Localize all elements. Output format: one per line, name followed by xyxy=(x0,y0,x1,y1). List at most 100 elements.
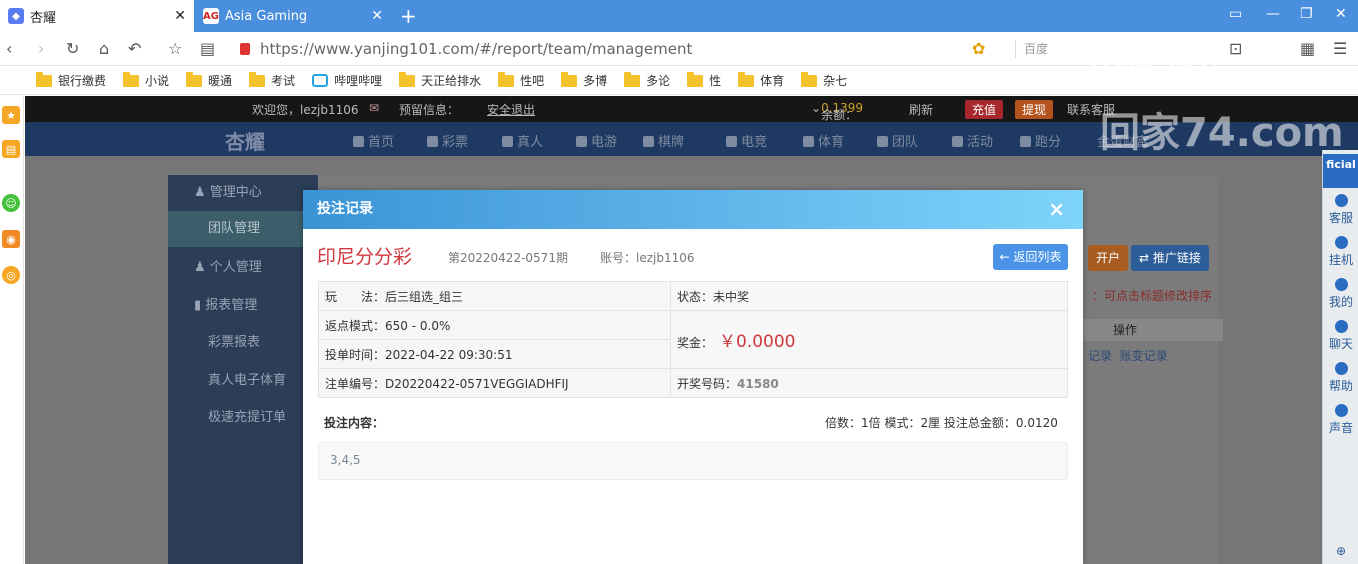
rail-item-help[interactable]: 帮助 xyxy=(1323,362,1358,394)
rail-item-hangup[interactable]: 挂机 xyxy=(1323,236,1358,268)
nav-sports[interactable]: 体育 xyxy=(803,131,844,150)
back-to-list-button[interactable]: ← 返回列表 xyxy=(993,244,1068,270)
mail-icon[interactable]: ✉ xyxy=(369,101,379,115)
restore-icon[interactable]: ❐ xyxy=(1300,6,1313,22)
bookmark-folder[interactable]: 体育 xyxy=(738,71,784,89)
tab-label: Asia Gaming xyxy=(225,8,308,24)
logout-link[interactable]: 安全退出 xyxy=(487,101,535,118)
open-account-button[interactable]: 开户 xyxy=(1088,245,1129,271)
tab-xingyao[interactable]: ◆ 杏耀 ✕ xyxy=(0,0,194,32)
close-window-icon[interactable]: ✕ xyxy=(1335,6,1347,22)
weibo-icon[interactable]: ◎ xyxy=(2,266,20,284)
nav-lottery[interactable]: 彩票 xyxy=(427,131,468,150)
sidebar-item-team-management[interactable]: 团队管理 xyxy=(168,211,318,247)
bookmark-bilibili[interactable]: 哔哩哔哩 xyxy=(312,72,382,89)
nav-cards[interactable]: 棋牌 xyxy=(643,131,684,150)
nav-team[interactable]: 团队 xyxy=(877,131,918,150)
sidebar-item-fast-orders[interactable]: 极速充提订单 xyxy=(168,400,318,436)
reserve-info: 预留信息： xyxy=(399,103,460,117)
bookmark-folder[interactable]: 性吧 xyxy=(498,71,544,89)
change-records-link[interactable]: 账变记录 xyxy=(1120,349,1168,363)
gift-icon xyxy=(952,136,963,147)
nav-esports[interactable]: 电竞 xyxy=(726,131,767,150)
smiley-icon[interactable]: ☺ xyxy=(2,194,20,212)
search-input[interactable]: 百度 xyxy=(1015,40,1215,58)
home-icon[interactable]: ⌂ xyxy=(99,39,109,58)
sidebar-item-live-report[interactable]: 真人电子体育 xyxy=(168,363,318,399)
home-icon xyxy=(353,136,364,147)
star-icon[interactable]: ☆ xyxy=(168,39,182,58)
url-field[interactable]: https://www.yanjing101.com/#/report/team… xyxy=(240,40,692,58)
sidebar-item-personal[interactable]: ♟ 个人管理 xyxy=(168,250,318,286)
arrow-left-icon: ← xyxy=(999,250,1014,264)
close-tab-icon[interactable]: ✕ xyxy=(371,8,383,24)
sidebar-item-lottery-report[interactable]: 彩票报表 xyxy=(168,325,318,361)
notes-icon[interactable]: ▤ xyxy=(2,140,20,158)
folder-icon xyxy=(36,71,52,87)
sidebar-item-management-center[interactable]: ♟ 管理中心 xyxy=(168,175,318,211)
rail-item-service[interactable]: 客服 xyxy=(1323,194,1358,226)
bookmark-folder[interactable]: 天正给排水 xyxy=(399,71,481,89)
menu-icon[interactable]: ☰ xyxy=(1333,39,1347,58)
official-badge[interactable]: ficial xyxy=(1323,154,1358,188)
minimize-icon[interactable]: — xyxy=(1266,6,1280,22)
forward-icon[interactable]: › xyxy=(38,39,44,58)
tab-label: 杏耀 xyxy=(30,10,57,26)
rail-item-mine[interactable]: 我的 xyxy=(1323,278,1358,310)
rss-icon[interactable]: ◉ xyxy=(2,230,20,248)
tab-asia-gaming[interactable]: AG Asia Gaming ✕ xyxy=(195,0,391,32)
nav-events[interactable]: 活动 xyxy=(952,131,993,150)
bookmark-folder[interactable]: 多博 xyxy=(561,71,607,89)
bookmark-folder[interactable]: 小说 xyxy=(123,71,169,89)
gamepad-icon xyxy=(726,136,737,147)
site-logo[interactable]: 杏耀 xyxy=(225,126,265,155)
folder-icon xyxy=(801,71,818,87)
bookmark-folder[interactable]: 多论 xyxy=(624,71,670,89)
bookmark-folder[interactable]: 性 xyxy=(687,71,721,89)
rebate-mode-cell: 返点模式：650 - 0.0% xyxy=(318,310,671,340)
rail-item-chat[interactable]: 聊天 xyxy=(1323,320,1358,352)
nav-race[interactable]: 跑分 xyxy=(1020,131,1061,150)
bookmark-folder[interactable]: 银行缴费 xyxy=(36,71,106,89)
issue-number: 第20220422-0571期 xyxy=(448,251,568,265)
browser-side-rail: ★ ▤ ☺ ◉ ◎ xyxy=(0,96,24,564)
nav-live[interactable]: 真人 xyxy=(502,131,543,150)
sidebar-item-reports[interactable]: ▮ 报表管理 xyxy=(168,288,318,324)
back-icon[interactable]: ‹ xyxy=(6,39,12,58)
customer-service-link[interactable]: 联系客服 xyxy=(1067,101,1115,118)
modal-title: 投注记录 xyxy=(317,201,373,217)
records-link[interactable]: 记录 xyxy=(1088,349,1112,363)
account-name: 账号：lezjb1106 xyxy=(600,251,695,265)
promo-link-button[interactable]: ⇄ 推广链接 xyxy=(1131,245,1209,271)
right-float-rail: ficial 客服 挂机 我的 聊天 帮助 声音 ⊕ xyxy=(1322,150,1358,564)
rail-item-sound[interactable]: 声音 xyxy=(1323,404,1358,436)
bookmark-folder[interactable]: 暖通 xyxy=(186,71,232,89)
undo-icon[interactable]: ↶ xyxy=(128,39,141,58)
favorites-icon[interactable]: ★ xyxy=(2,106,20,124)
screenshot-icon[interactable]: ⊡ xyxy=(1229,39,1242,58)
bee-icon[interactable]: ✿ xyxy=(972,39,985,58)
bookmark-folder[interactable]: 考试 xyxy=(249,71,295,89)
reload-icon[interactable]: ↻ xyxy=(66,39,79,58)
bet-content-label: 投注内容： xyxy=(324,416,385,430)
scroll-top-icon[interactable]: ⊕ xyxy=(1323,544,1358,558)
reader-icon[interactable]: ▤ xyxy=(200,39,215,58)
bonus-cell: 奖金： ￥0.0000 xyxy=(670,310,1068,369)
ag-icon: AG xyxy=(203,8,219,24)
close-icon[interactable]: × xyxy=(1048,190,1065,229)
extensions-icon[interactable]: ▦ xyxy=(1300,39,1315,58)
bookmark-folder[interactable]: 杂七 xyxy=(801,71,847,89)
sidebar-toggle-icon[interactable]: ▭ xyxy=(1229,6,1242,22)
main-nav: 杏耀 首页 彩票 真人 电游 棋牌 电竞 体育 团队 活动 跑分 金蛋财富 xyxy=(25,122,1358,156)
user-icon xyxy=(1334,278,1348,291)
refresh-link[interactable]: 刷新 xyxy=(909,101,933,118)
nav-golden-egg[interactable]: 金蛋财富 xyxy=(1097,131,1149,150)
nav-slots[interactable]: 电游 xyxy=(576,131,617,150)
deposit-button[interactable]: 充值 xyxy=(965,100,1004,119)
bet-record-modal: 投注记录 × 印尼分分彩 第20220422-0571期 账号：lezjb110… xyxy=(303,190,1083,564)
nav-home[interactable]: 首页 xyxy=(353,131,394,150)
close-tab-icon[interactable]: ✕ xyxy=(174,8,186,24)
withdraw-button[interactable]: 提现 xyxy=(1015,100,1054,119)
game-icon xyxy=(576,136,587,147)
new-tab-icon[interactable]: + xyxy=(400,4,417,28)
